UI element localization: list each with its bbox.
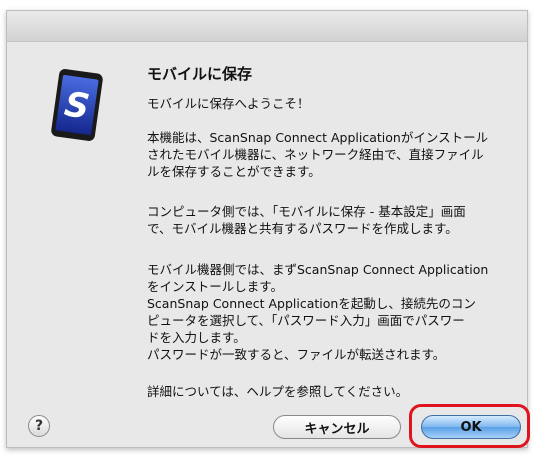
computer-side-line: で、モバイル機器と共有するパスワードを作成します。 (147, 221, 458, 236)
dialog-titlebar (7, 11, 527, 42)
description-paragraph: 本機能は、ScanSnap Connect Applicationがインストール… (147, 129, 529, 180)
description-line: されたモバイル機器に、ネットワーク経由で、直接ファイル (147, 147, 484, 162)
cancel-button[interactable]: キャンセル (273, 415, 401, 439)
help-button[interactable]: ? (28, 415, 50, 437)
mobile-side-line: パスワードが一致すると、ファイルが転送されます。 (147, 347, 446, 362)
mobile-side-line: をインストールします。 (147, 279, 284, 294)
description-line: 本機能は、ScanSnap Connect Applicationがインストール (147, 130, 489, 145)
ok-highlight-annotation (409, 404, 530, 448)
computer-side-paragraph: コンピュータ側では、「モバイルに保存 - 基本設定」画面 で、モバイル機器と共有… (147, 203, 529, 237)
mobile-side-line: ドを入力します。 (147, 330, 246, 345)
question-icon: ? (34, 418, 44, 434)
mobile-side-line: ピュータを選択して、「パスワード入力」画面でパスワー (147, 313, 465, 328)
mobile-side-line: モバイル機器側では、まずScanSnap Connect Application (147, 262, 489, 277)
cancel-button-label: キャンセル (304, 421, 370, 437)
scansnap-app-icon: S (51, 69, 103, 141)
dialog-title: モバイルに保存 (147, 65, 253, 83)
help-reference-text: 詳細については、ヘルプを参照してください。 (147, 384, 409, 399)
mobile-side-line: ScanSnap Connect Applicationを起動し、接続先のコン (147, 296, 476, 311)
mobile-save-dialog: S モバイルに保存 モバイルに保存へようこそ！ 本機能は、ScanSnap Co… (6, 10, 528, 448)
computer-side-line: コンピュータ側では、「モバイルに保存 - 基本設定」画面 (147, 204, 466, 219)
mobile-side-paragraph: モバイル機器側では、まずScanSnap Connect Application… (147, 261, 529, 363)
welcome-text: モバイルに保存へようこそ！ (147, 96, 310, 111)
description-line: ルを保存することができます。 (147, 164, 321, 179)
